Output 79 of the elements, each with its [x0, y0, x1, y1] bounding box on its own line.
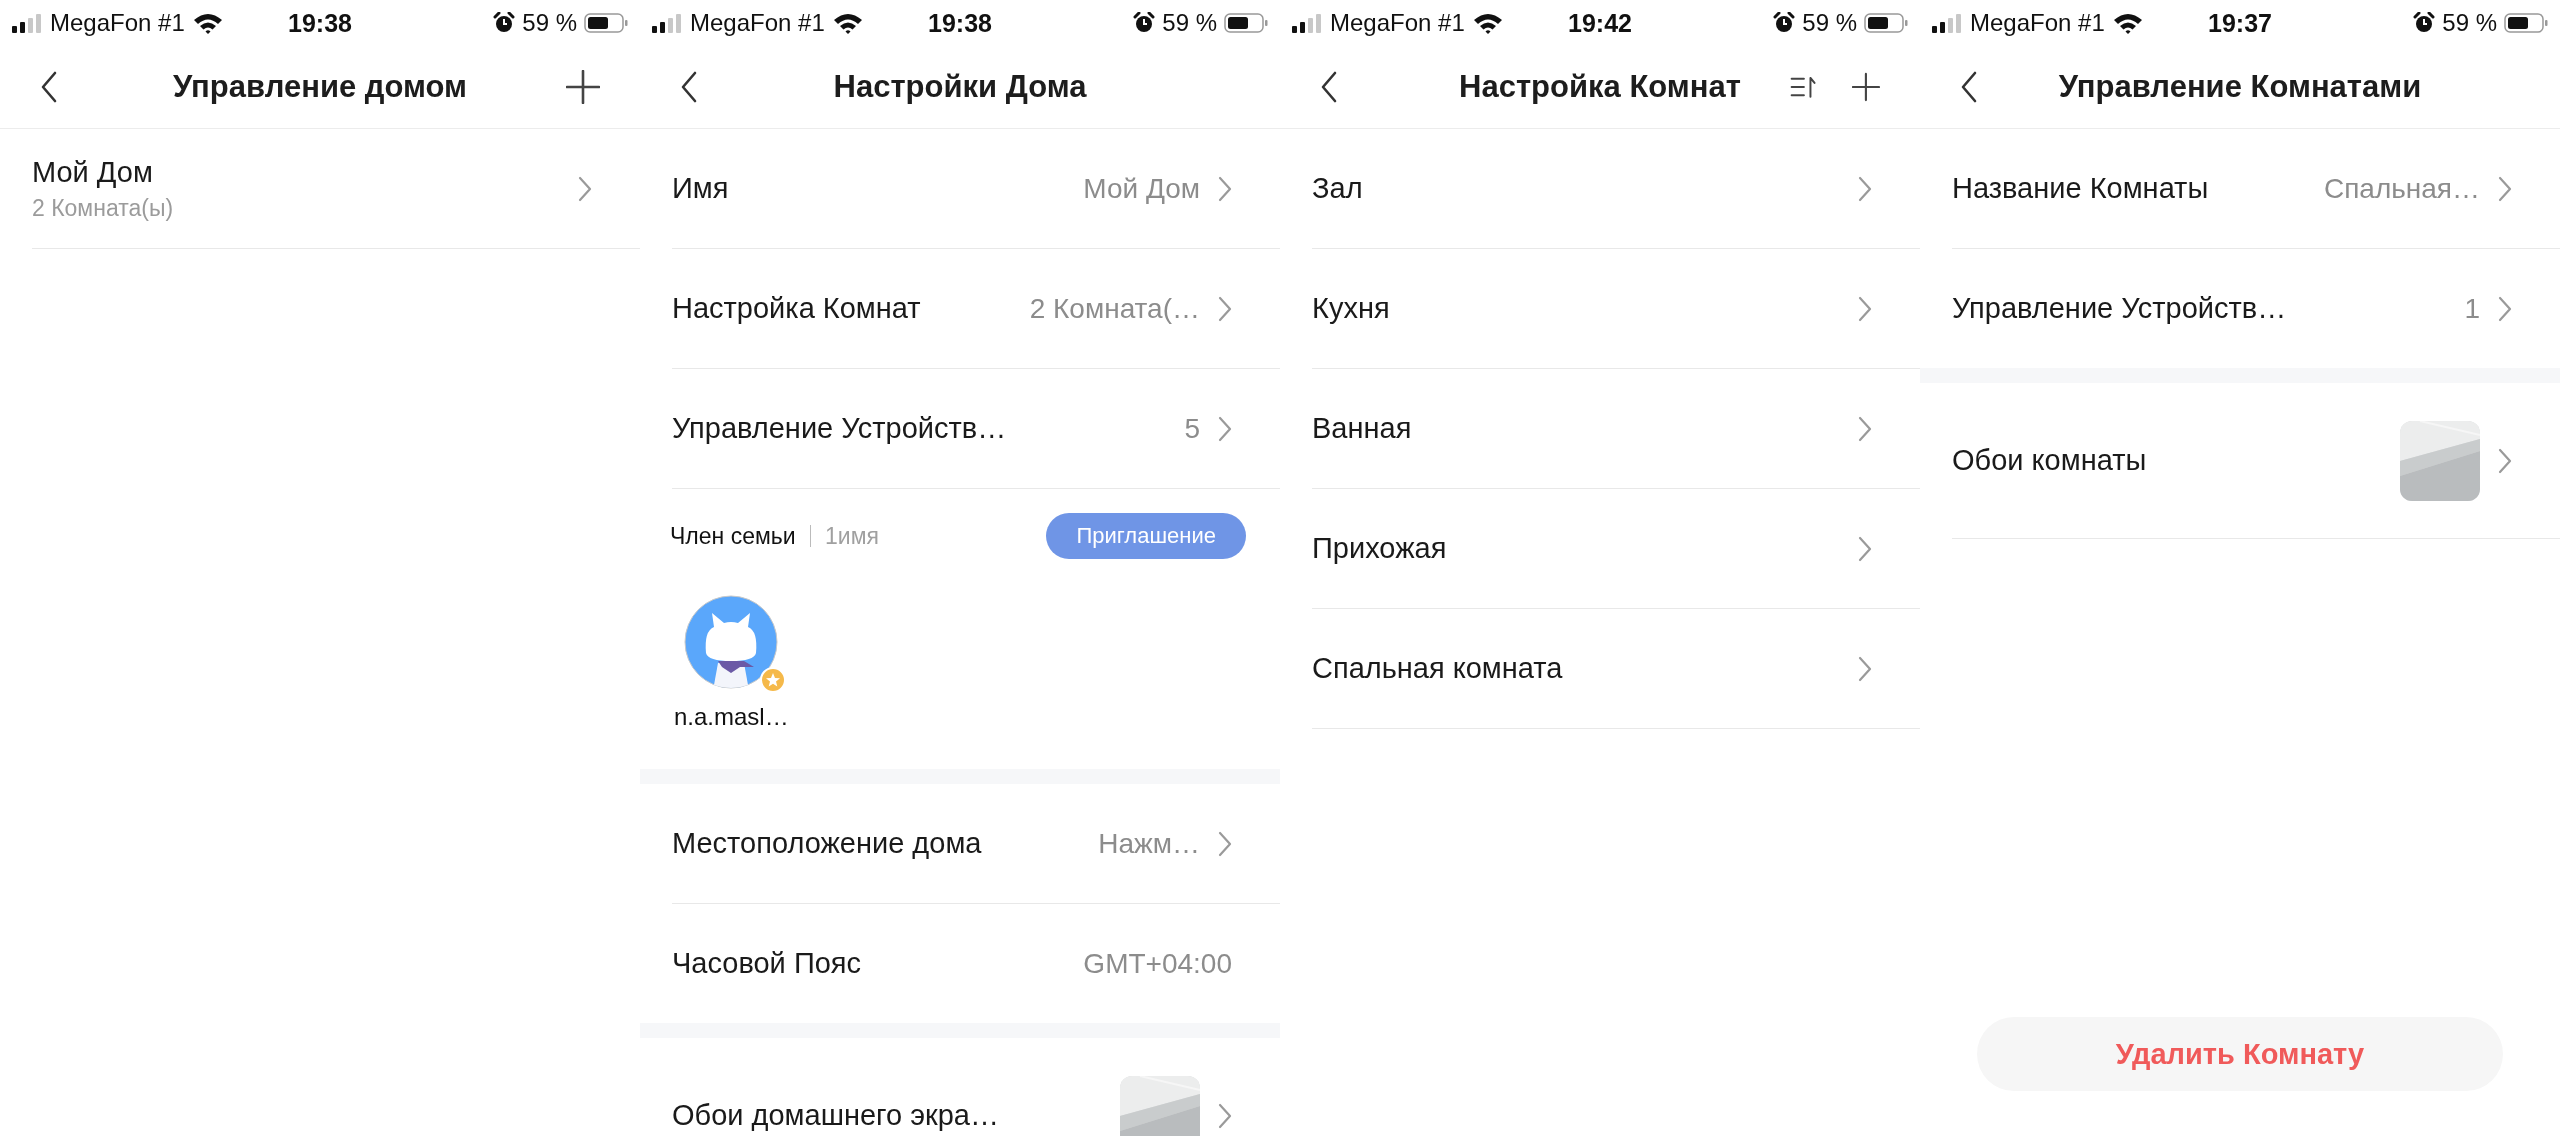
back-icon[interactable]	[1960, 71, 1978, 103]
row-label[interactable]: Обои домашнего экра…	[672, 1099, 999, 1132]
signal-icon	[1932, 13, 1962, 33]
signal-icon	[652, 13, 682, 33]
chevron-right-icon[interactable]	[1858, 415, 1872, 442]
add-icon[interactable]	[566, 70, 600, 104]
wifi-icon	[2112, 12, 2143, 34]
row-label[interactable]: Управление Устройств…	[672, 412, 1007, 445]
carrier-name: MegaFon #1	[1330, 9, 1465, 37]
carrier-name: MegaFon #1	[690, 9, 825, 37]
battery-percent: 59 %	[1162, 9, 1217, 37]
row-label[interactable]: Зал	[1312, 172, 1363, 205]
chevron-right-icon[interactable]	[2498, 295, 2512, 322]
battery-icon	[1224, 12, 1268, 34]
chevron-right-icon[interactable]	[1858, 175, 1872, 202]
row-label[interactable]: Ванная	[1312, 412, 1412, 445]
row-value: 1	[2464, 292, 2480, 325]
chevron-right-icon[interactable]	[1218, 830, 1232, 857]
row-label[interactable]: Кухня	[1312, 292, 1390, 325]
row-value: Спальная…	[2323, 172, 2480, 205]
alarm-clock-icon	[1133, 12, 1156, 34]
row-label[interactable]: Местоположение дома	[672, 827, 982, 860]
row-sublabel: 2 Комната(ы)	[32, 194, 174, 222]
wifi-icon	[1472, 12, 1503, 34]
row-label[interactable]: Обои комнаты	[1952, 444, 2147, 477]
clock-time: 19:37	[2208, 8, 2272, 38]
wifi-icon	[832, 12, 863, 34]
back-icon[interactable]	[680, 71, 698, 103]
screen-title: Управление домом	[172, 69, 468, 105]
battery-icon	[2504, 12, 2548, 34]
screen-title: Настройка Комнат	[1458, 69, 1742, 105]
row-label[interactable]: Спальная комната	[1312, 652, 1563, 685]
signal-icon	[1292, 13, 1322, 33]
row-label[interactable]: Настройка Комнат	[672, 292, 921, 325]
clock-time: 19:42	[1568, 8, 1632, 38]
clock-time: 19:38	[288, 8, 352, 38]
chevron-right-icon[interactable]	[578, 175, 592, 202]
battery-icon	[584, 12, 628, 34]
user-avatar[interactable]	[684, 595, 779, 689]
row-value: GMT+04:00	[1083, 947, 1232, 980]
back-icon[interactable]	[40, 71, 58, 103]
chevron-right-icon[interactable]	[1218, 175, 1232, 202]
alarm-clock-icon	[2413, 12, 2436, 34]
member-count: 1имя	[825, 522, 880, 550]
row-label[interactable]: Название Комнаты	[1952, 172, 2209, 205]
back-icon[interactable]	[1320, 71, 1338, 103]
battery-percent: 59 %	[1802, 9, 1857, 37]
row-value: Мой Дом	[1083, 172, 1200, 205]
member-name: n.a.masl…	[674, 703, 789, 731]
chevron-right-icon[interactable]	[1218, 295, 1232, 322]
row-label[interactable]: Управление Устройств…	[1952, 292, 2287, 325]
signal-icon	[12, 13, 42, 33]
chevron-right-icon[interactable]	[1858, 535, 1872, 562]
chevron-right-icon[interactable]	[2498, 175, 2512, 202]
alarm-clock-icon	[493, 12, 516, 34]
carrier-name: MegaFon #1	[50, 9, 185, 37]
row-value: Нажм…	[1098, 827, 1200, 860]
row-label[interactable]: Прихожая	[1312, 532, 1447, 565]
chevron-right-icon[interactable]	[1218, 1102, 1232, 1129]
screen-title: Настройки Дома	[832, 69, 1088, 105]
chevron-right-icon[interactable]	[1858, 295, 1872, 322]
row-label[interactable]: Часовой Пояс	[672, 947, 862, 980]
alarm-clock-icon	[1773, 12, 1796, 34]
chevron-right-icon[interactable]	[1218, 415, 1232, 442]
chevron-right-icon[interactable]	[2498, 447, 2512, 474]
wifi-icon	[192, 12, 223, 34]
chevron-right-icon[interactable]	[1858, 655, 1872, 682]
row-value: 5	[1184, 412, 1200, 445]
battery-icon	[1864, 12, 1908, 34]
section-title: Член семьи	[670, 522, 796, 550]
add-icon[interactable]	[1852, 70, 1880, 104]
clock-time: 19:38	[928, 8, 992, 38]
screen-title: Управление Комнатами	[2057, 69, 2423, 105]
carrier-name: MegaFon #1	[1970, 9, 2105, 37]
battery-percent: 59 %	[522, 9, 577, 37]
battery-percent: 59 %	[2442, 9, 2497, 37]
row-label[interactable]: Мой Дом	[32, 155, 153, 189]
row-label[interactable]: Имя	[672, 172, 729, 205]
row-value: 2 Комната(…	[1029, 292, 1200, 325]
